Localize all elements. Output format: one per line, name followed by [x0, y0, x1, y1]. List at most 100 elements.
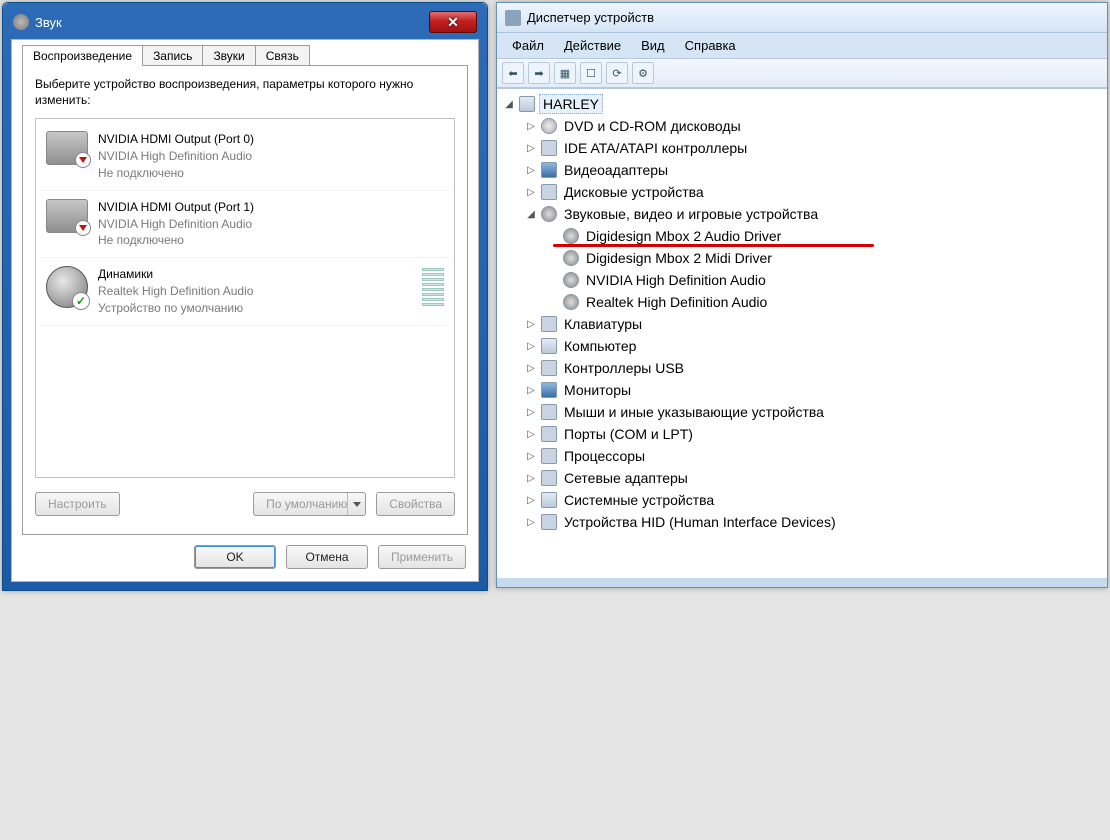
- collapse-icon[interactable]: ◢: [503, 99, 515, 110]
- mon-icon: [541, 162, 557, 178]
- tree-category[interactable]: ▷Мониторы: [525, 379, 1103, 401]
- tree-category[interactable]: ▷ IDE ATA/ATAPI контроллеры: [525, 137, 1103, 159]
- tab-recording[interactable]: Запись: [142, 45, 203, 66]
- audio-device-icon: [563, 228, 579, 244]
- tree-category[interactable]: ▷ Сетевые адаптеры: [525, 467, 1103, 489]
- disconnected-badge-icon: [75, 220, 91, 236]
- root-label: HARLEY: [539, 94, 603, 114]
- show-hidden-button[interactable]: ▦: [554, 62, 576, 84]
- monitor-icon: [46, 199, 88, 233]
- expand-icon[interactable]: ▷: [525, 319, 537, 330]
- comp-icon: [541, 492, 557, 508]
- disconnected-badge-icon: [75, 152, 91, 168]
- menu-file[interactable]: Файл: [503, 36, 553, 55]
- menu-action[interactable]: Действие: [555, 36, 630, 55]
- expand-icon[interactable]: ▷: [525, 385, 537, 396]
- category-label: Процессоры: [561, 447, 648, 465]
- properties-button[interactable]: Свойства: [376, 492, 455, 516]
- tree-category[interactable]: ▷ DVD и CD-ROM дисководы: [525, 115, 1103, 137]
- tab-playback[interactable]: Воспроизведение: [22, 45, 143, 66]
- expand-icon[interactable]: ▷: [525, 341, 537, 352]
- tree-category[interactable]: ▷ Дисковые устройства: [525, 181, 1103, 203]
- tree-category[interactable]: ▷ Видеоадаптеры: [525, 159, 1103, 181]
- device-tree[interactable]: ◢ HARLEY ▷ DVD и CD-ROM дисководы ▷ IDE ATA…: [497, 88, 1107, 578]
- device-item[interactable]: NVIDIA HDMI Output (Port 1) NVIDIA High …: [40, 191, 450, 258]
- tree-device[interactable]: Digidesign Mbox 2 Midi Driver: [547, 247, 1103, 269]
- forward-button[interactable]: ➡: [528, 62, 550, 84]
- gen-icon: [541, 448, 557, 464]
- expand-icon[interactable]: ▷: [525, 187, 537, 198]
- category-label: Дисковые устройства: [561, 183, 707, 201]
- device-item[interactable]: Динамики Realtek High Definition Audio У…: [40, 258, 450, 325]
- category-label: Видеоадаптеры: [561, 161, 671, 179]
- computer-icon: [519, 96, 535, 112]
- tree-category[interactable]: ▷ Системные устройства: [525, 489, 1103, 511]
- snd-icon: [541, 206, 557, 222]
- instruction-text: Выберите устройство воспроизведения, пар…: [35, 76, 455, 108]
- category-label: Устройства HID (Human Interface Devices): [561, 513, 839, 531]
- expand-icon[interactable]: ▷: [525, 495, 537, 506]
- menu-view[interactable]: Вид: [632, 36, 674, 55]
- playback-panel: Выберите устройство воспроизведения, пар…: [22, 65, 468, 535]
- close-button[interactable]: ✕: [429, 11, 477, 33]
- device-label: Realtek High Definition Audio: [583, 293, 770, 311]
- dm-titlebar: Диспетчер устройств: [497, 3, 1107, 33]
- tree-category[interactable]: ▷ Устройства HID (Human Interface Devices…: [525, 511, 1103, 533]
- collapse-icon[interactable]: ◢: [525, 209, 537, 220]
- gen-icon: [541, 316, 557, 332]
- tree-category[interactable]: ▷Мыши и иные указывающие устройства: [525, 401, 1103, 423]
- menu-help[interactable]: Справка: [676, 36, 745, 55]
- expand-icon[interactable]: ▷: [525, 363, 537, 374]
- tree-device[interactable]: NVIDIA High Definition Audio: [547, 269, 1103, 291]
- devmgr-icon: [505, 10, 521, 26]
- set-default-button[interactable]: По умолчанию: [253, 492, 366, 516]
- device-list[interactable]: NVIDIA HDMI Output (Port 0) NVIDIA High …: [35, 118, 455, 478]
- category-label: Системные устройства: [561, 491, 717, 509]
- tree-root[interactable]: ◢ HARLEY: [503, 93, 1103, 115]
- tree-category[interactable]: ◢ Звуковые, видео и игровые устройства: [525, 203, 1103, 225]
- audio-device-icon: [563, 294, 579, 310]
- category-label: IDE ATA/ATAPI контроллеры: [561, 139, 750, 157]
- tree-category[interactable]: ▷ Контроллеры USB: [525, 357, 1103, 379]
- category-label: Сетевые адаптеры: [561, 469, 691, 487]
- gen-icon: [541, 184, 557, 200]
- expand-icon[interactable]: ▷: [525, 429, 537, 440]
- device-item[interactable]: NVIDIA HDMI Output (Port 0) NVIDIA High …: [40, 123, 450, 190]
- category-label: Клавиатуры: [561, 315, 645, 333]
- gen-icon: [541, 404, 557, 420]
- apply-button[interactable]: Применить: [378, 545, 466, 569]
- close-icon: ✕: [447, 14, 459, 31]
- category-label: Контроллеры USB: [561, 359, 687, 377]
- tab-communications[interactable]: Связь: [255, 45, 310, 66]
- cancel-button[interactable]: Отмена: [286, 545, 368, 569]
- category-label: DVD и CD-ROM дисководы: [561, 117, 744, 135]
- expand-icon[interactable]: ▷: [525, 143, 537, 154]
- category-label: Звуковые, видео и игровые устройства: [561, 205, 821, 223]
- gen-icon: [541, 426, 557, 442]
- expand-icon[interactable]: ▷: [525, 473, 537, 484]
- highlight-underline: [553, 244, 874, 247]
- category-label: Порты (COM и LPT): [561, 425, 696, 443]
- expand-icon[interactable]: ▷: [525, 451, 537, 462]
- dm-menu: Файл Действие Вид Справка: [497, 33, 1107, 59]
- sound-title: Звук: [35, 15, 62, 30]
- ok-button[interactable]: OK: [194, 545, 276, 569]
- expand-icon[interactable]: ▷: [525, 165, 537, 176]
- tab-sounds[interactable]: Звуки: [202, 45, 255, 66]
- tree-category[interactable]: ▷ Клавиатуры: [525, 313, 1103, 335]
- expand-icon[interactable]: ▷: [525, 517, 537, 528]
- expand-icon[interactable]: ▷: [525, 121, 537, 132]
- chevron-down-icon[interactable]: [347, 493, 365, 515]
- update-driver-button[interactable]: ⚙: [632, 62, 654, 84]
- configure-button[interactable]: Настроить: [35, 492, 120, 516]
- tree-category[interactable]: ▷ Порты (COM и LPT): [525, 423, 1103, 445]
- back-button[interactable]: ⬅: [502, 62, 524, 84]
- tree-category[interactable]: ▷ Процессоры: [525, 445, 1103, 467]
- default-badge-icon: [72, 292, 90, 310]
- expand-icon[interactable]: ▷: [525, 407, 537, 418]
- tree-category[interactable]: ▷Компьютер: [525, 335, 1103, 357]
- properties-tool-button[interactable]: ☐: [580, 62, 602, 84]
- dm-toolbar: ⬅ ➡ ▦ ☐ ⟳ ⚙: [497, 59, 1107, 88]
- scan-hardware-button[interactable]: ⟳: [606, 62, 628, 84]
- tree-device[interactable]: Realtek High Definition Audio: [547, 291, 1103, 313]
